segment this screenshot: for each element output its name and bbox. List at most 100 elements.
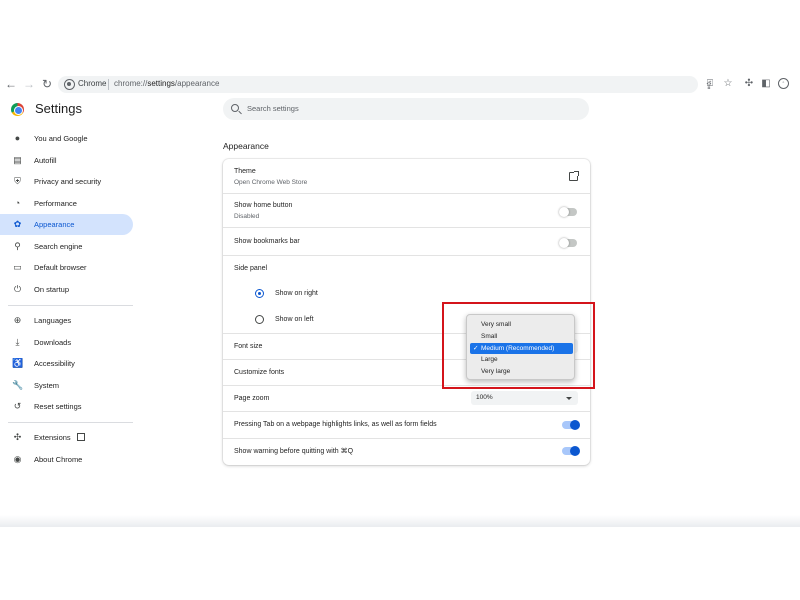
person-icon: ● bbox=[14, 133, 21, 143]
back-arrow-icon[interactable]: ← bbox=[4, 76, 18, 92]
sidebar-item-label: Autofill bbox=[34, 155, 57, 165]
sidebar-divider bbox=[8, 305, 133, 306]
sidebar-item-label: Reset settings bbox=[34, 402, 82, 411]
chevron-down-icon bbox=[566, 397, 572, 400]
sidebar-item-languages[interactable]: ⊕ Languages bbox=[0, 310, 133, 331]
address-bar[interactable]: Chrome chrome://settings/appearance ⇪ bbox=[58, 76, 713, 93]
sidebar-item-label: Default browser bbox=[34, 263, 87, 272]
side-panel-label: Side panel bbox=[234, 265, 268, 272]
home-button-toggle[interactable] bbox=[559, 207, 577, 217]
chrome-site-icon bbox=[64, 79, 75, 90]
bookmarks-bar-toggle[interactable] bbox=[559, 238, 577, 248]
theme-label: Theme bbox=[234, 168, 256, 175]
url-text[interactable]: chrome://settings/appearance bbox=[114, 78, 219, 90]
accessibility-icon: ♿ bbox=[12, 358, 24, 368]
sidebar-item-label: Downloads bbox=[34, 337, 72, 347]
bookmarks-bar-label: Show bookmarks bar bbox=[234, 238, 300, 245]
search-icon bbox=[231, 104, 239, 112]
theme-sublabel: Open Chrome Web Store bbox=[234, 179, 308, 186]
customize-fonts-label: Customize fonts bbox=[234, 369, 285, 376]
sidebar-item-label: Extensions bbox=[34, 433, 85, 442]
side-panel-icon[interactable]: ◧ bbox=[760, 77, 772, 91]
omnibox-separator bbox=[108, 79, 109, 90]
font-size-label: Font size bbox=[234, 343, 263, 350]
sidebar-item-label: Performance bbox=[34, 198, 77, 208]
wrench-icon: 🔧 bbox=[12, 379, 24, 390]
theme-row[interactable]: Theme Open Chrome Web Store bbox=[223, 159, 590, 193]
page-title: Settings bbox=[35, 101, 82, 116]
forward-arrow-icon[interactable]: → bbox=[22, 76, 36, 92]
annotation-highlight-box bbox=[442, 302, 595, 389]
browser-icon: ▭ bbox=[13, 262, 22, 272]
side-panel-left-radio[interactable] bbox=[255, 315, 264, 324]
palette-icon: ✿ bbox=[13, 219, 22, 229]
power-icon: ⏻ bbox=[13, 283, 22, 294]
window-bottom-shadow bbox=[0, 515, 800, 527]
sidebar-item-about-chrome[interactable]: ◉ About Chrome bbox=[0, 449, 133, 470]
sidebar-item-label: You and Google bbox=[34, 134, 88, 143]
speedometer-icon: ◔ bbox=[14, 197, 21, 208]
sidebar-item-you-and-google[interactable]: ● You and Google bbox=[0, 128, 133, 149]
sidebar-item-accessibility[interactable]: ♿ Accessibility bbox=[0, 353, 133, 374]
sidebar-item-default-browser[interactable]: ▭ Default browser bbox=[0, 257, 133, 278]
shield-icon: ⛨ bbox=[14, 176, 21, 186]
sidebar-item-appearance[interactable]: ✿ Appearance bbox=[0, 214, 133, 235]
search-icon: ⚲ bbox=[14, 240, 21, 251]
site-chip: Chrome bbox=[78, 79, 107, 88]
sidebar-item-label: On startup bbox=[34, 284, 70, 294]
open-in-new-icon[interactable] bbox=[569, 171, 579, 181]
sidebar-item-label: Appearance bbox=[34, 220, 75, 229]
bookmarks-bar-row[interactable]: Show bookmarks bar bbox=[223, 228, 590, 254]
sidebar-item-label: About Chrome bbox=[34, 454, 83, 464]
home-button-label: Show home button bbox=[234, 202, 293, 209]
reload-icon[interactable]: ↻ bbox=[40, 76, 54, 92]
page-zoom-label: Page zoom bbox=[234, 395, 270, 402]
sidebar-item-on-startup[interactable]: ⏻ On startup bbox=[0, 279, 133, 300]
history-icon: ↺ bbox=[13, 401, 22, 411]
globe-icon: ⊕ bbox=[13, 315, 22, 325]
sidebar-item-autofill[interactable]: ▤ Autofill bbox=[0, 150, 133, 171]
profile-avatar-icon[interactable]: ◦ bbox=[778, 78, 789, 89]
sidebar-item-reset-settings[interactable]: ↺ Reset settings bbox=[0, 396, 133, 417]
chrome-logo-icon bbox=[11, 103, 24, 116]
sidebar-item-extensions[interactable]: ✣ Extensions bbox=[0, 427, 133, 448]
chrome-settings-window: ← → ↻ Chrome chrome://settings/appearanc… bbox=[0, 0, 800, 600]
home-button-sublabel: Disabled bbox=[234, 213, 260, 220]
side-panel-left-label[interactable]: Show on left bbox=[275, 316, 314, 323]
page-zoom-row: Page zoom 100% bbox=[223, 386, 590, 411]
chrome-icon: ◉ bbox=[13, 453, 22, 464]
tab-highlight-label: Pressing Tab on a webpage highlights lin… bbox=[234, 421, 437, 428]
page-zoom-value: 100% bbox=[476, 394, 493, 401]
extensions-puzzle-icon[interactable]: ✣ bbox=[743, 77, 755, 91]
side-panel-right-radio[interactable] bbox=[255, 289, 264, 298]
sidebar-item-label: Languages bbox=[34, 316, 72, 325]
side-panel-right-label[interactable]: Show on right bbox=[275, 290, 318, 297]
page-zoom-select[interactable]: 100% bbox=[471, 391, 578, 405]
sidebar-item-label: System bbox=[34, 380, 60, 390]
home-button-row[interactable]: Show home button Disabled bbox=[223, 194, 590, 227]
search-placeholder: Search settings bbox=[247, 104, 299, 113]
browser-toolbar: ← → ↻ Chrome chrome://settings/appearanc… bbox=[0, 73, 800, 95]
section-title: Appearance bbox=[223, 141, 269, 151]
sidebar-item-label: Privacy and security bbox=[34, 177, 102, 186]
open-in-new-icon bbox=[76, 433, 85, 441]
quit-warning-row[interactable]: Show warning before quitting with ⌘Q bbox=[223, 439, 590, 465]
sidebar-item-downloads[interactable]: ⤓ Downloads bbox=[0, 332, 133, 353]
tab-highlight-row[interactable]: Pressing Tab on a webpage highlights lin… bbox=[223, 412, 590, 438]
search-settings-input[interactable]: Search settings bbox=[223, 98, 589, 120]
quit-warning-label: Show warning before quitting with ⌘Q bbox=[234, 448, 354, 455]
share-icon[interactable]: ⍐ bbox=[704, 77, 716, 91]
sidebar-item-search-engine[interactable]: ⚲ Search engine bbox=[0, 236, 133, 257]
clipboard-icon: ▤ bbox=[13, 154, 22, 165]
sidebar-item-system[interactable]: 🔧 System bbox=[0, 375, 133, 396]
quit-warning-toggle[interactable] bbox=[562, 446, 580, 456]
sidebar-item-label: Accessibility bbox=[34, 359, 75, 368]
sidebar-item-performance[interactable]: ◔ Performance bbox=[0, 193, 133, 214]
tab-highlight-toggle[interactable] bbox=[562, 420, 580, 430]
puzzle-icon: ✣ bbox=[13, 432, 22, 442]
bookmark-star-icon[interactable]: ☆ bbox=[722, 77, 734, 91]
sidebar-divider bbox=[8, 422, 133, 423]
download-icon: ⤓ bbox=[15, 336, 20, 347]
sidebar-item-privacy-and-security[interactable]: ⛨ Privacy and security bbox=[0, 171, 133, 192]
sidebar-item-label: Search engine bbox=[34, 241, 83, 251]
